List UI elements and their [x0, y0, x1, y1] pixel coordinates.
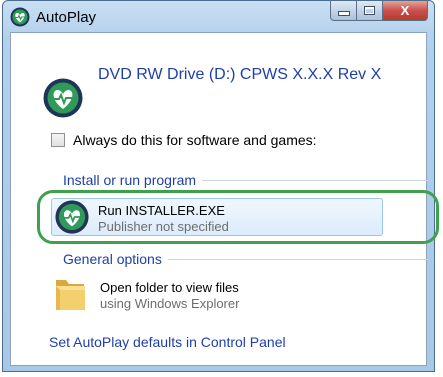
section-install-title: Install or run program: [63, 172, 197, 188]
open-folder-subtitle: using Windows Explorer: [100, 296, 240, 311]
section-general-title: General options: [63, 251, 162, 267]
maximize-button[interactable]: [357, 1, 383, 21]
minimize-button[interactable]: [330, 1, 357, 21]
section-install-header: Install or run program: [63, 172, 428, 188]
autoplay-defaults-link[interactable]: Set AutoPlay defaults in Control Panel: [49, 334, 286, 350]
run-installer-option[interactable]: Run INSTALLER.EXE Publisher not specifie…: [51, 198, 383, 236]
folder-icon: [56, 280, 85, 310]
window-controls: X: [330, 1, 428, 23]
open-folder-option[interactable]: Open folder to view files using Windows …: [51, 274, 381, 314]
minimize-icon: [337, 11, 350, 16]
always-do-this-checkbox-row[interactable]: Always do this for software and games:: [51, 132, 317, 148]
run-installer-title: Run INSTALLER.EXE: [98, 203, 225, 218]
device-title: DVD RW Drive (D:) CPWS X.X.X Rev X: [98, 66, 382, 83]
section-divider: [167, 258, 428, 260]
open-folder-title: Open folder to view files: [100, 280, 239, 295]
heart-pulse-icon: [43, 78, 83, 118]
always-do-this-checkbox[interactable]: [51, 133, 65, 147]
close-button[interactable]: X: [383, 1, 428, 21]
title-bar[interactable]: AutoPlay X: [3, 1, 434, 33]
window-title: AutoPlay: [36, 9, 97, 26]
heart-pulse-icon: [10, 7, 30, 27]
section-general-header: General options: [63, 251, 428, 267]
run-installer-publisher: Publisher not specified: [98, 219, 229, 234]
section-divider: [202, 179, 428, 181]
close-icon: X: [400, 3, 410, 18]
maximize-icon: [364, 6, 375, 15]
heart-pulse-icon: [55, 200, 89, 234]
always-do-this-label: Always do this for software and games:: [73, 132, 317, 148]
